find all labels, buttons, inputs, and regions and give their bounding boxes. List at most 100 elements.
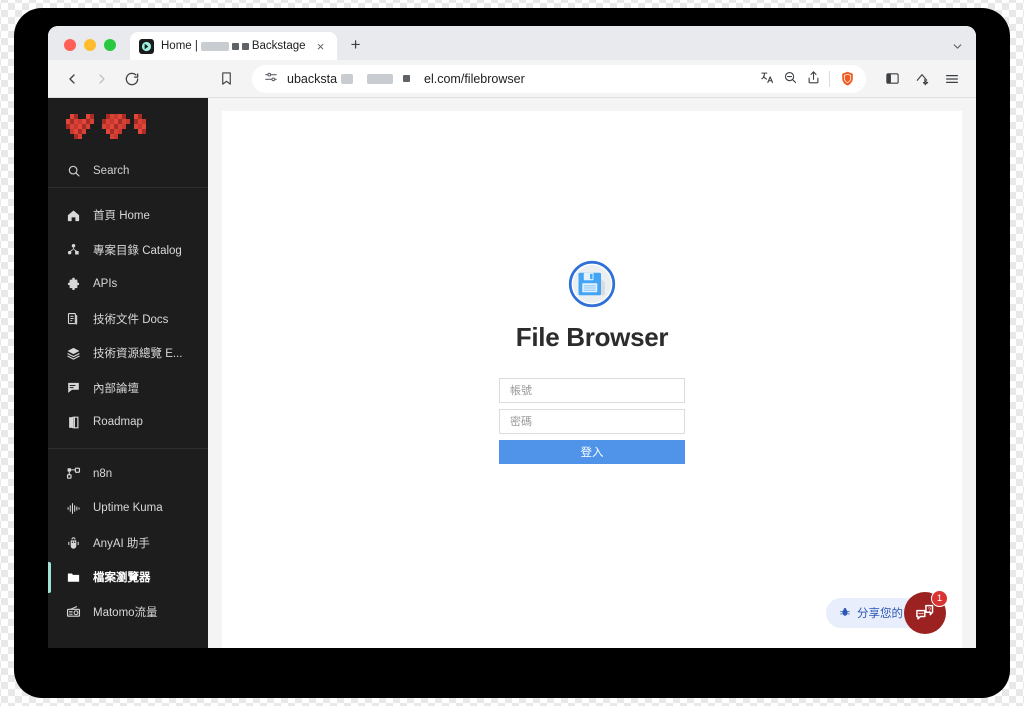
page-title: File Browser (515, 322, 669, 352)
layers-icon (66, 346, 81, 361)
book-icon (66, 415, 81, 430)
tab-title-prefix: Home | (161, 40, 198, 52)
feedback-label: 分享您的 (857, 608, 903, 620)
url-redaction-1 (341, 73, 354, 84)
tab-title-redaction (200, 41, 229, 51)
sidebar-item-book[interactable]: Roadmap (48, 405, 208, 440)
sidebar-item-layers[interactable]: 技術資源總覽 E... (48, 336, 208, 371)
new-tab-button[interactable]: + (343, 32, 369, 58)
folder-icon (66, 570, 81, 585)
close-window-button[interactable] (64, 39, 76, 51)
url-redaction-2 (367, 73, 394, 84)
workflow-icon (66, 466, 81, 481)
leo-sparkle-icon[interactable] (908, 65, 936, 93)
docs-icon (66, 311, 81, 326)
catalog-icon (66, 242, 81, 257)
login-card: File Browser 登入 (499, 260, 685, 464)
sidebar-item-catalog[interactable]: 專案目錄 Catalog (48, 233, 208, 268)
sidebar-item-radio[interactable]: Matomo流量 (48, 595, 208, 630)
tab-title-glyph-1 (231, 42, 239, 50)
reload-icon[interactable] (118, 65, 146, 93)
browser-window: Home | Backstage × + ubacksta el.com/fil… (48, 26, 976, 648)
sidebar-item-home[interactable]: 首頁 Home (48, 198, 208, 233)
chat-launcher-button[interactable]: ? 1 (904, 590, 948, 634)
backstage-favicon (139, 38, 154, 54)
password-input[interactable] (499, 409, 685, 434)
feedback-widget[interactable]: 分享您的 ? 1 (826, 590, 948, 634)
svg-text:?: ? (928, 607, 931, 613)
omnibox-actions (760, 70, 856, 88)
sidebar-item-label: AnyAI 助手 (93, 537, 150, 550)
url-redaction-3 (403, 75, 411, 82)
username-input[interactable] (499, 378, 685, 403)
sidebar-item-puzzle[interactable]: APIs (48, 267, 208, 302)
hamburger-menu-icon[interactable] (938, 65, 966, 93)
login-button[interactable]: 登入 (499, 440, 685, 464)
back-arrow-icon[interactable] (58, 65, 86, 93)
sidebar-search[interactable]: Search (48, 154, 208, 188)
share-icon[interactable] (806, 70, 821, 88)
sidebar-item-label: n8n (93, 467, 113, 480)
tab-title-glyph-2 (241, 42, 249, 50)
chat-question-icon: ? (916, 604, 934, 620)
robot-icon (66, 535, 81, 550)
search-icon (66, 163, 81, 178)
floppy-disk-icon (568, 260, 616, 308)
sidebar-item-forum[interactable]: 內部論壇 (48, 371, 208, 406)
bookmark-icon[interactable] (212, 65, 240, 93)
tab-title-suffix: Backstage (251, 40, 306, 52)
home-icon (66, 208, 81, 223)
tab-title: Home | Backstage (161, 40, 306, 52)
sidebar-item-label: 內部論壇 (93, 382, 139, 395)
site-settings-icon[interactable] (264, 70, 278, 87)
sidebar-item-label: Roadmap (93, 416, 143, 429)
url-prefix: ubacksta (287, 71, 338, 86)
browser-tab[interactable]: Home | Backstage × (130, 32, 337, 60)
browser-toolbar: ubacksta el.com/filebrowser (48, 60, 976, 98)
backstage-sidebar: Search 首頁 Home 專案目錄 Catalog APIs 技術文件 Docs 技… (48, 98, 208, 648)
maximize-window-button[interactable] (104, 39, 116, 51)
bug-icon (839, 606, 851, 621)
page-viewport: Search 首頁 Home 專案目錄 Catalog APIs 技術文件 Docs 技… (48, 98, 976, 648)
sidebar-item-label: Matomo流量 (93, 606, 158, 619)
url-suffix: el.com/filebrowser (424, 71, 525, 86)
sidebar-item-pulse[interactable]: Uptime Kuma (48, 491, 208, 526)
sidebar-item-label: 檔案瀏覽器 (93, 572, 151, 585)
window-controls (56, 39, 130, 60)
translate-icon[interactable] (760, 70, 775, 88)
pulse-icon (66, 501, 81, 516)
sidebar-item-folder[interactable]: 檔案瀏覽器 (48, 560, 208, 595)
sidebar-item-label: 技術文件 Docs (93, 313, 169, 326)
sidebar-item-workflow[interactable]: n8n (48, 457, 208, 492)
sidebar-nav-tools: n8n Uptime Kuma AnyAI 助手 檔案瀏覽器 Matomo流量 (48, 447, 208, 638)
toolbar-divider (829, 70, 830, 87)
tab-strip: Home | Backstage × + (48, 26, 976, 60)
brave-shields-icon[interactable] (838, 70, 856, 88)
sidebar-item-label: 首頁 Home (93, 210, 150, 223)
content-area: File Browser 登入 (208, 98, 976, 648)
redacted-logo (66, 113, 154, 139)
forward-arrow-icon (88, 65, 116, 93)
sidebar-item-robot[interactable]: AnyAI 助手 (48, 526, 208, 561)
close-tab-button[interactable]: × (313, 38, 329, 54)
address-bar[interactable]: ubacksta el.com/filebrowser (252, 64, 866, 93)
unread-badge: 1 (931, 590, 948, 607)
address-bar-url: ubacksta el.com/filebrowser (287, 72, 525, 86)
toolbar-tail-actions (878, 65, 966, 93)
sidebar-item-label: APIs (93, 278, 118, 291)
sidebar-search-label: Search (93, 164, 130, 177)
sidebar-logo[interactable] (48, 98, 208, 154)
sidebar-nav-primary: 首頁 Home 專案目錄 Catalog APIs 技術文件 Docs 技術資源總覽 E… (48, 190, 208, 448)
radio-icon (66, 604, 81, 619)
zoom-out-icon[interactable] (783, 70, 798, 88)
tab-list-chevron[interactable] (951, 40, 968, 60)
sidebar-item-docs[interactable]: 技術文件 Docs (48, 302, 208, 337)
sidebar-item-label: 技術資源總覽 E... (93, 348, 183, 361)
minimize-window-button[interactable] (84, 39, 96, 51)
sidebar-item-label: 專案目錄 Catalog (93, 244, 182, 257)
sidebar-item-label: Uptime Kuma (93, 502, 163, 515)
puzzle-icon (66, 277, 81, 292)
side-panel-icon[interactable] (878, 65, 906, 93)
forum-icon (66, 380, 81, 395)
filebrowser-app: File Browser 登入 (222, 111, 962, 648)
